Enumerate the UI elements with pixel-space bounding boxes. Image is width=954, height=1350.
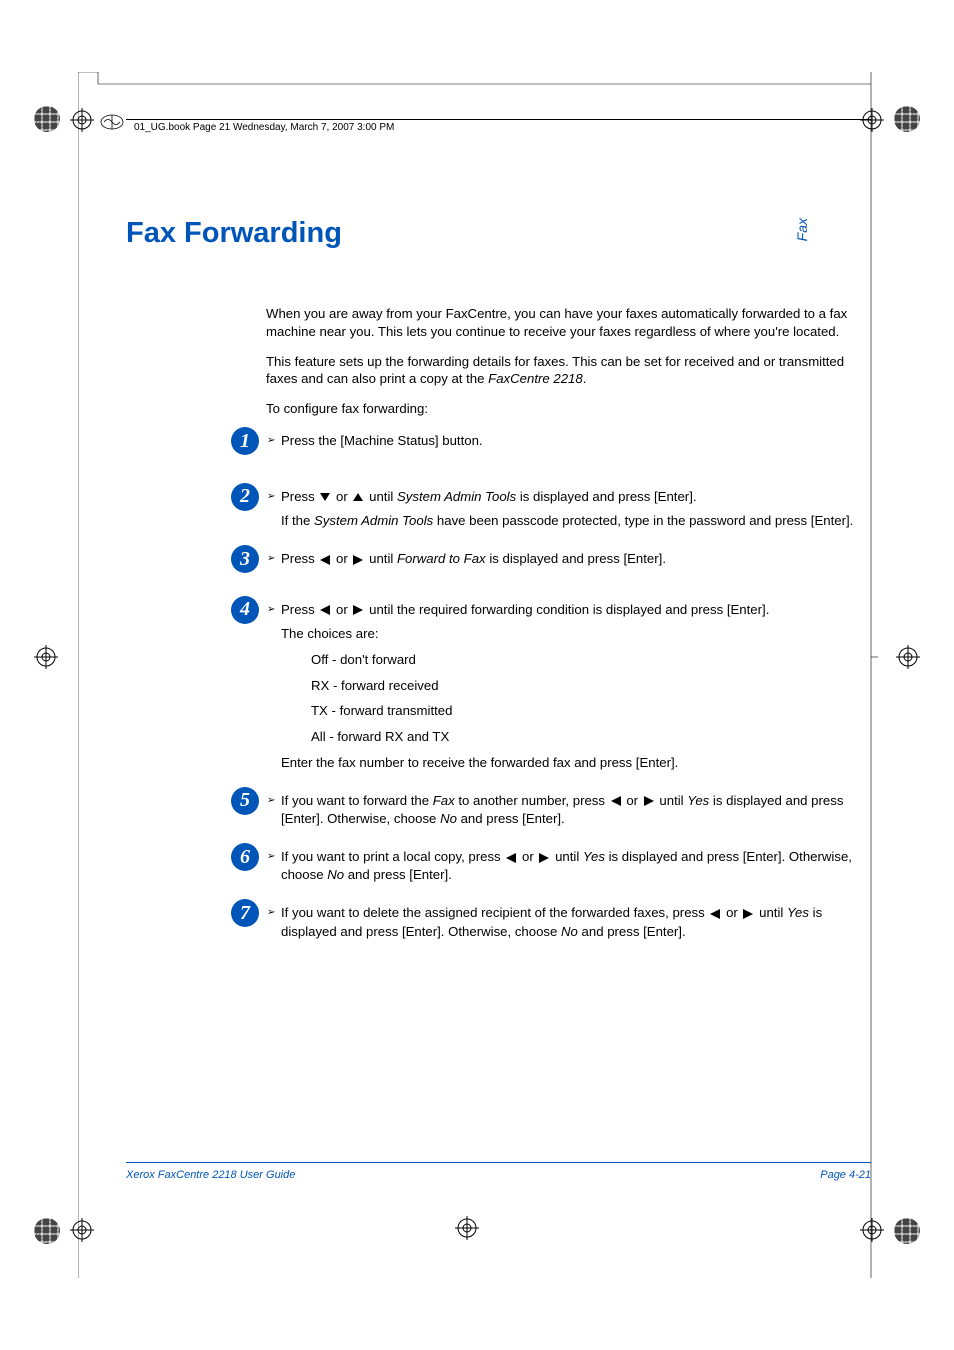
- footer-right: Page 4-21: [820, 1169, 871, 1181]
- halftone-dot-icon: [894, 106, 920, 132]
- step-number-badge: 5: [231, 787, 259, 815]
- step-number-badge: 6: [231, 843, 259, 871]
- header-rule: [126, 119, 871, 120]
- step-number-badge: 4: [231, 596, 259, 624]
- step-subtext: Enter the fax number to receive the forw…: [281, 754, 871, 772]
- nav-left-icon: [504, 849, 518, 867]
- step-number-badge: 2: [231, 483, 259, 511]
- bullet-arrow-icon: ➢: [267, 601, 281, 617]
- choice-item: All - forward RX and TX: [311, 728, 871, 746]
- step-6: 6 ➢ If you want to print a local copy, p…: [231, 848, 871, 890]
- step-text: Press or until System Admin Tools is dis…: [281, 488, 871, 506]
- step-text: Press the [Machine Status] button.: [281, 432, 871, 450]
- step-3: 3 ➢ Press or until Forward to Fax is dis…: [231, 550, 871, 574]
- bullet-arrow-icon: ➢: [267, 792, 281, 808]
- nav-left-icon: [609, 792, 623, 810]
- running-header: 01_UG.book Page 21 Wednesday, March 7, 2…: [134, 122, 394, 133]
- nav-right-icon: [351, 601, 365, 619]
- step-text: If you want to forward the Fax to anothe…: [281, 792, 871, 828]
- step-number-badge: 7: [231, 899, 259, 927]
- bullet-arrow-icon: ➢: [267, 848, 281, 864]
- registration-mark-icon: [34, 645, 58, 669]
- intro-block: When you are away from your FaxCentre, y…: [266, 305, 871, 418]
- intro-para-1: When you are away from your FaxCentre, y…: [266, 305, 871, 341]
- choice-item: RX - forward received: [311, 677, 871, 695]
- nav-up-icon: [351, 488, 365, 506]
- bullet-arrow-icon: ➢: [267, 550, 281, 566]
- nav-left-icon: [318, 601, 332, 619]
- step-subtext: If the System Admin Tools have been pass…: [281, 512, 871, 530]
- step-7: 7 ➢ If you want to delete the assigned r…: [231, 904, 871, 946]
- page-title: Fax Forwarding: [126, 217, 871, 250]
- step-5: 5 ➢ If you want to forward the Fax to an…: [231, 792, 871, 834]
- nav-down-icon: [318, 488, 332, 506]
- intro-para-3: To configure fax forwarding:: [266, 400, 871, 418]
- step-text: If you want to print a local copy, press…: [281, 848, 871, 884]
- nav-right-icon: [741, 905, 755, 923]
- intro-para-2: This feature sets up the forwarding deta…: [266, 353, 871, 389]
- step-text: If you want to delete the assigned recip…: [281, 904, 871, 940]
- halftone-dot-icon: [34, 106, 60, 132]
- registration-mark-icon: [896, 645, 920, 669]
- bullet-arrow-icon: ➢: [267, 904, 281, 920]
- step-1: 1 ➢Press the [Machine Status] button.: [231, 432, 871, 456]
- step-2: 2 ➢ Press or until System Admin Tools is…: [231, 488, 871, 536]
- bullet-arrow-icon: ➢: [267, 432, 281, 448]
- nav-right-icon: [642, 792, 656, 810]
- book-collation-icon: [100, 112, 124, 132]
- choices-label: The choices are:: [281, 625, 871, 643]
- page-footer: Xerox FaxCentre 2218 User Guide Page 4-2…: [126, 1162, 871, 1181]
- choice-item: Off - don't forward: [311, 651, 871, 669]
- footer-left: Xerox FaxCentre 2218 User Guide: [126, 1169, 295, 1181]
- bullet-arrow-icon: ➢: [267, 488, 281, 504]
- choices-list: Off - don't forward RX - forward receive…: [311, 651, 871, 746]
- step-text: Press or until Forward to Fax is display…: [281, 550, 871, 568]
- nav-right-icon: [537, 849, 551, 867]
- nav-right-icon: [351, 551, 365, 569]
- nav-left-icon: [318, 551, 332, 569]
- halftone-dot-icon: [34, 1218, 60, 1244]
- step-number-badge: 1: [231, 427, 259, 455]
- step-text: Press or until the required forwarding c…: [281, 601, 871, 619]
- step-number-badge: 3: [231, 545, 259, 573]
- halftone-dot-icon: [894, 1218, 920, 1244]
- nav-left-icon: [708, 905, 722, 923]
- step-4: 4 ➢ Press or until the required forwardi…: [231, 601, 871, 778]
- choice-item: TX - forward transmitted: [311, 702, 871, 720]
